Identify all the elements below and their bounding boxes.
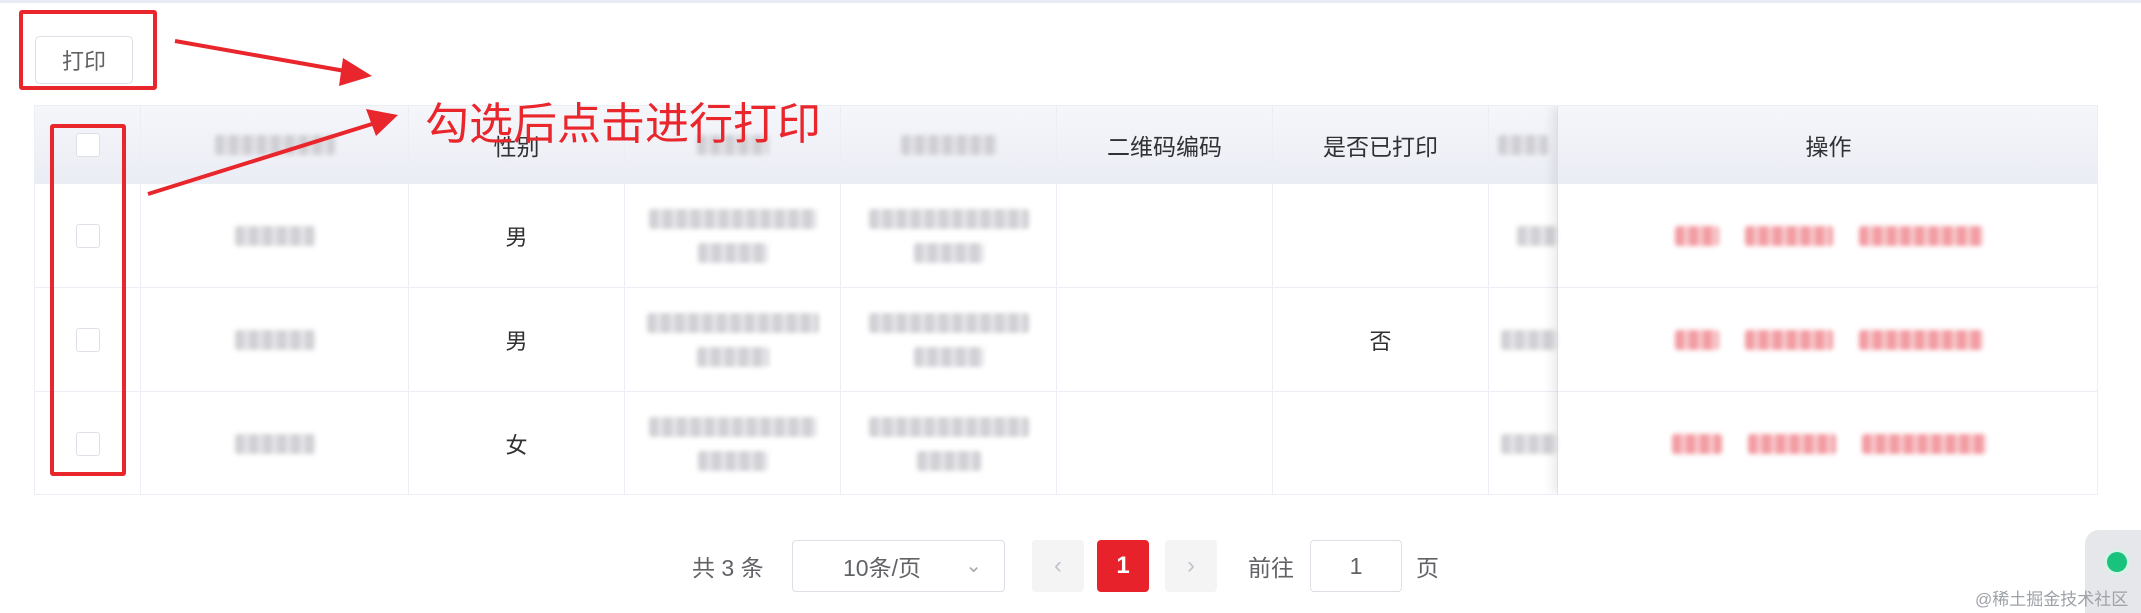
annotation-arrows bbox=[147, 39, 398, 196]
goto-page-input[interactable] bbox=[1310, 540, 1402, 592]
arrow-head-icon bbox=[339, 58, 372, 86]
goto-label: 前往 bbox=[1248, 555, 1294, 581]
arrow-line-to-checkbox bbox=[147, 122, 373, 196]
annotation-text: 勾选后点击进行打印 bbox=[425, 99, 821, 150]
page-size-value: 10条/页 bbox=[843, 555, 921, 581]
page-size-select[interactable]: 10条/页 ⌄ bbox=[792, 540, 1005, 592]
prev-page-button[interactable]: ‹ bbox=[1032, 540, 1084, 592]
arrow-line-to-print bbox=[174, 39, 346, 73]
online-status-icon bbox=[2107, 552, 2127, 572]
pagination-total: 共 3 条 bbox=[692, 555, 764, 581]
chevron-right-icon: › bbox=[1187, 552, 1195, 579]
chevron-left-icon: ‹ bbox=[1054, 552, 1062, 579]
next-page-button[interactable]: › bbox=[1165, 540, 1217, 592]
watermark: @稀土掘金技术社区 bbox=[1975, 590, 2129, 609]
page-button-current[interactable]: 1 bbox=[1097, 540, 1149, 592]
page-suffix-label: 页 bbox=[1416, 555, 1439, 581]
chevron-down-icon: ⌄ bbox=[965, 555, 982, 577]
